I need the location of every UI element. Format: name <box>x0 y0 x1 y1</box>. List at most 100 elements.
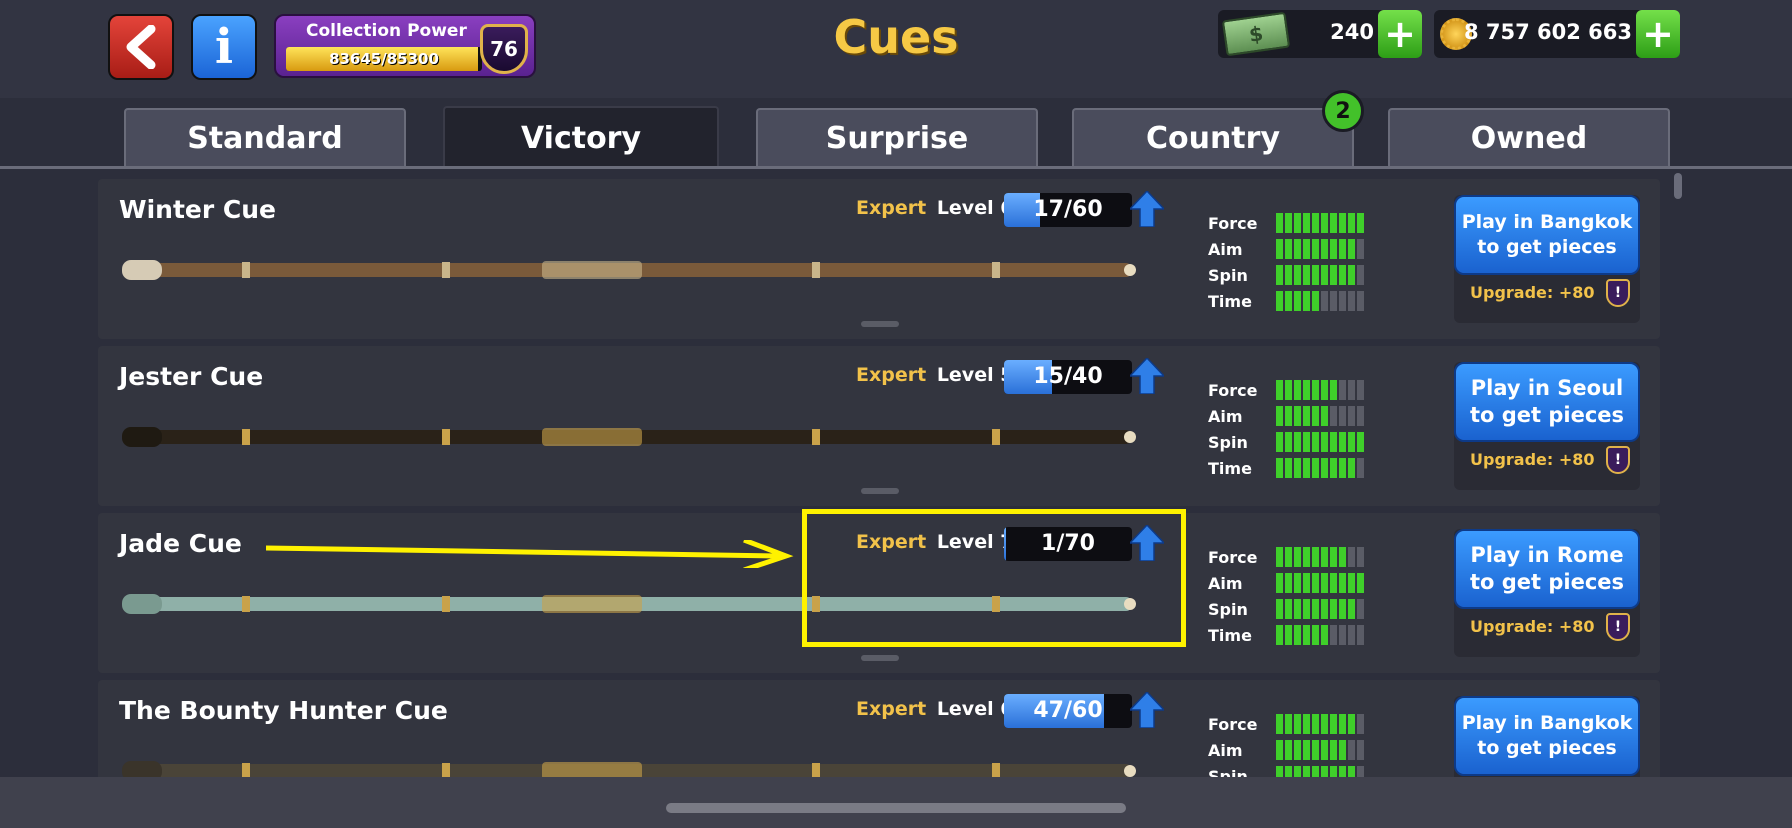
stat-bar-segment <box>1303 432 1310 452</box>
expert-label: Expert <box>856 698 927 720</box>
stat-bar-segment <box>1276 432 1283 452</box>
stat-bar-segment <box>1294 599 1301 619</box>
stat-bar-segment <box>1276 406 1283 426</box>
stat-bar-segment <box>1348 213 1355 233</box>
stat-bar-segment <box>1357 213 1364 233</box>
stat-bar-segment <box>1276 291 1283 311</box>
stat-bar-segment <box>1339 265 1346 285</box>
stat-bar-segment <box>1357 714 1364 734</box>
cue-row[interactable]: Jester Cue Expert Level 5 15/40 Force Ai… <box>98 346 1660 506</box>
stat-bar-segment <box>1303 458 1310 478</box>
stat-bar-segment <box>1330 380 1337 400</box>
stat-bar-segment <box>1285 213 1292 233</box>
upgrade-arrow-icon[interactable] <box>1130 692 1164 728</box>
stat-label: Aim <box>1208 240 1243 259</box>
play-to-get-pieces-button[interactable]: Play in Bangkok to get pieces <box>1454 696 1640 776</box>
stat-bar-segment <box>1312 239 1319 259</box>
stat-bars <box>1276 740 1364 760</box>
stat-bar-segment <box>1276 740 1283 760</box>
upgrade-arrow-icon[interactable] <box>1130 191 1164 227</box>
stat-bar-segment <box>1321 573 1328 593</box>
stat-bar-segment <box>1294 740 1301 760</box>
upgrade-arrow-icon[interactable] <box>1130 358 1164 394</box>
play-to-get-pieces-button[interactable]: Play in Seoul to get pieces <box>1454 362 1640 442</box>
cue-list[interactable]: Winter Cue Expert Level 6 17/60 Force Ai… <box>0 169 1792 777</box>
stat-bar-segment <box>1303 625 1310 645</box>
tab-standard[interactable]: Standard <box>124 108 406 166</box>
stat-bar-segment <box>1339 239 1346 259</box>
stat-bar-segment <box>1312 625 1319 645</box>
stat-bar-segment <box>1312 547 1319 567</box>
cue-name: Winter Cue <box>119 195 276 224</box>
stat-bar-segment <box>1339 291 1346 311</box>
stat-bar-segment <box>1348 714 1355 734</box>
expand-handle[interactable] <box>861 488 899 494</box>
stat-bar-segment <box>1348 432 1355 452</box>
stat-bar-segment <box>1339 599 1346 619</box>
stat-bar-segment <box>1357 573 1364 593</box>
stat-bar-segment <box>1330 714 1337 734</box>
add-cash-button[interactable]: + <box>1378 10 1422 58</box>
stat-aim: Aim <box>1208 738 1408 764</box>
stat-bars <box>1276 380 1364 400</box>
scrollbar-thumb[interactable] <box>1674 173 1682 199</box>
tab-victory[interactable]: Victory <box>443 106 719 168</box>
cue-stats: Force Aim Spin Time <box>1208 545 1408 649</box>
stat-bars <box>1276 265 1364 285</box>
cash-icon: $ <box>1221 11 1291 57</box>
stat-bar-segment <box>1276 766 1283 777</box>
stat-bar-segment <box>1330 291 1337 311</box>
stat-bars <box>1276 239 1364 259</box>
upgrade-label: Upgrade: +80 <box>1470 450 1595 469</box>
stat-bar-segment <box>1303 213 1310 233</box>
stat-bar-segment <box>1357 740 1364 760</box>
tab-surprise[interactable]: Surprise <box>756 108 1038 166</box>
home-indicator[interactable] <box>666 803 1126 813</box>
stat-spin: Spin <box>1208 764 1408 777</box>
stat-bar-segment <box>1276 239 1283 259</box>
play-to-get-pieces-button[interactable]: Play in Bangkok to get pieces <box>1454 195 1640 275</box>
stat-bar-segment <box>1321 714 1328 734</box>
stat-bars <box>1276 625 1364 645</box>
play-to-get-pieces-button[interactable]: Play in Rome to get pieces <box>1454 529 1640 609</box>
stat-bar-segment <box>1348 740 1355 760</box>
stat-bar-segment <box>1348 406 1355 426</box>
stat-bar-segment <box>1303 599 1310 619</box>
scrollbar[interactable] <box>1672 171 1684 777</box>
stat-aim: Aim <box>1208 404 1408 430</box>
pieces-progress-bar: 47/60 <box>1004 694 1132 728</box>
stat-bar-segment <box>1312 714 1319 734</box>
expand-handle[interactable] <box>861 655 899 661</box>
stat-bar-segment <box>1330 599 1337 619</box>
stat-bar-segment <box>1312 458 1319 478</box>
stat-label: Force <box>1208 381 1258 400</box>
stat-bar-segment <box>1285 458 1292 478</box>
stat-label: Force <box>1208 548 1258 567</box>
stat-label: Aim <box>1208 407 1243 426</box>
tab-country[interactable]: Country <box>1072 108 1354 166</box>
stat-bar-segment <box>1348 239 1355 259</box>
cue-image <box>122 260 1136 280</box>
cue-row[interactable]: The Bounty Hunter Cue Expert Level 6 47/… <box>98 680 1660 777</box>
stat-bar-segment <box>1285 291 1292 311</box>
upgrade-label: Upgrade: +80 <box>1470 617 1595 636</box>
stat-bar-segment <box>1357 265 1364 285</box>
stat-bar-segment <box>1321 458 1328 478</box>
cue-level: Expert Level 6 <box>856 197 1013 219</box>
stat-bar-segment <box>1294 291 1301 311</box>
stat-label: Spin <box>1208 433 1248 452</box>
add-coins-button[interactable]: + <box>1636 10 1680 58</box>
cue-row[interactable]: Winter Cue Expert Level 6 17/60 Force Ai… <box>98 179 1660 339</box>
stat-bar-segment <box>1276 599 1283 619</box>
stat-label: Spin <box>1208 767 1248 777</box>
stat-bar-segment <box>1276 547 1283 567</box>
tab-owned[interactable]: Owned <box>1388 108 1670 166</box>
expand-handle[interactable] <box>861 321 899 327</box>
pieces-progress-text: 17/60 <box>1033 197 1103 222</box>
upgrade-shield-icon: ! <box>1606 279 1630 307</box>
stat-bar-segment <box>1294 458 1301 478</box>
stat-bar-segment <box>1357 380 1364 400</box>
stat-bar-segment <box>1339 740 1346 760</box>
stat-bar-segment <box>1339 573 1346 593</box>
upgrade-label: Upgrade: +80 <box>1470 283 1595 302</box>
